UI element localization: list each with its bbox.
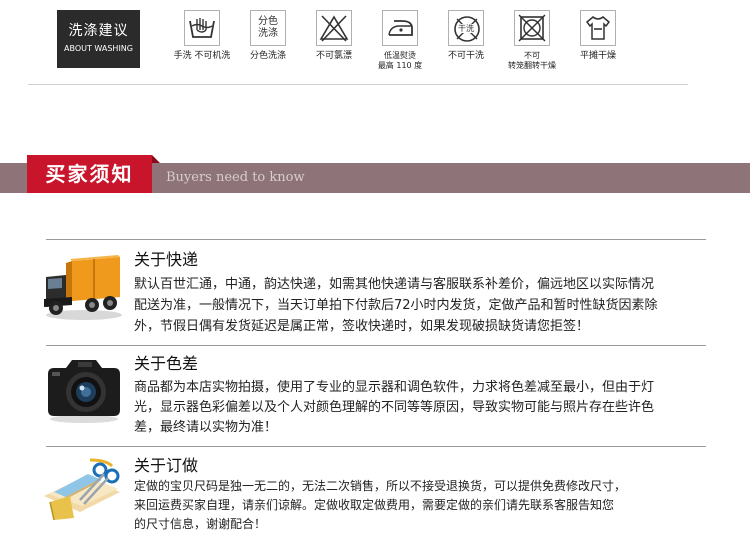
care-label: 平摊干燥	[579, 51, 616, 61]
care-label-2: 转笼翻转干燥	[508, 61, 556, 70]
no-dry-clean-icon: 干洗	[448, 10, 484, 46]
care-item-low-iron: 低温熨烫 最高 110 度	[368, 10, 432, 70]
washing-badge: 洗涤建议 ABOUT WASHING	[57, 10, 140, 68]
low-iron-icon	[382, 10, 418, 46]
dry-clean-text: 干洗	[458, 23, 474, 33]
divider	[46, 345, 706, 346]
care-label-1: 不可	[524, 51, 540, 60]
care-label-2: 最高 110 度	[377, 61, 423, 70]
care-label: 分色洗涤	[249, 51, 286, 61]
banner-fold	[152, 155, 160, 163]
divider	[46, 239, 706, 240]
notice-title-custom: 关于订做	[134, 456, 199, 475]
separate-wash-icon: 分色 洗涤	[250, 10, 286, 46]
text-line: 外，节假日偶有发货延迟是属正常，签收快递时，如果发现破损缺货请您拒签！	[134, 319, 590, 334]
text-line: 配送为准，一般情况下，当天订单拍下付款后72小时内发货，定做产品和暂时性缺货因素…	[134, 298, 658, 313]
separate-wash-text-2: 洗涤	[258, 28, 278, 39]
text-line: 光，显示器色彩偏差以及个人对颜色理解的不同等等原因，导致实物可能与照片存在些许色	[134, 400, 655, 415]
no-bleach-icon	[316, 10, 352, 46]
text-line: 商品都为本店实物拍摄，使用了专业的显示器和调色软件，力求将色差减至最小，但由于灯	[134, 380, 655, 395]
notice-title-color: 关于色差	[134, 354, 199, 373]
text-line: 定做的宝贝尺码是独一无二的，无法二次销售，所以不接受退换货，可以提供免费修改尺寸…	[134, 479, 627, 493]
dry-flat-icon	[580, 10, 616, 46]
care-label: 手洗 不可机洗	[173, 51, 231, 61]
care-item-separate-wash: 分色 洗涤 分色洗涤	[236, 10, 300, 62]
hand-wash-no-machine-icon	[184, 10, 220, 46]
notice-text-custom: 定做的宝贝尺码是独一无二的，无法二次销售，所以不接受退换货，可以提供免费修改尺寸…	[134, 477, 709, 534]
notice-text-delivery: 默认百世汇通，中通，韵达快递，如需其他快递请与客服联系补差价，偏远地区以实际情况…	[134, 274, 709, 337]
care-label-1: 低温熨烫	[384, 51, 416, 60]
notice-title-delivery: 关于快递	[134, 250, 199, 269]
delivery-truck-icon	[42, 255, 124, 325]
washing-title-en: ABOUT WASHING	[64, 44, 133, 53]
care-label: 不可干洗	[447, 51, 484, 61]
buyers-subtitle: Buyers need to know	[166, 170, 305, 185]
divider	[46, 446, 706, 447]
text-line: 默认百世汇通，中通，韵达快递，如需其他快递请与客服联系补差价，偏远地区以实际情况	[134, 277, 655, 292]
notice-text-color: 商品都为本店实物拍摄，使用了专业的显示器和调色软件，力求将色差减至最小，但由于灯…	[134, 378, 709, 438]
text-line: 差，最终请以实物为准！	[134, 420, 278, 435]
care-item-hand-wash: 手洗 不可机洗	[170, 10, 234, 62]
text-line: 的尺寸信息，谢谢配合！	[134, 517, 267, 531]
text-line: 来回运费买家自理，请亲们谅解。定做收取定做费用，需要定做的亲们请先联系客服告知您	[134, 498, 615, 512]
washing-title-cn: 洗涤建议	[68, 23, 129, 39]
care-item-dry-flat: 平摊干燥	[566, 10, 630, 62]
separate-wash-text-1: 分色	[258, 16, 278, 27]
care-item-no-dry-clean: 干洗 不可干洗	[434, 10, 498, 62]
care-item-no-bleach: 不可氯漂	[302, 10, 366, 62]
divider	[28, 84, 688, 85]
buyers-title: 买家须知	[27, 155, 152, 193]
care-item-no-tumble-dry: 不可 转笼翻转干燥	[500, 10, 564, 70]
camera-icon	[44, 356, 122, 428]
care-label: 不可氯漂	[315, 51, 352, 61]
no-tumble-dry-icon	[514, 10, 550, 46]
tailoring-tools-icon	[40, 456, 126, 526]
